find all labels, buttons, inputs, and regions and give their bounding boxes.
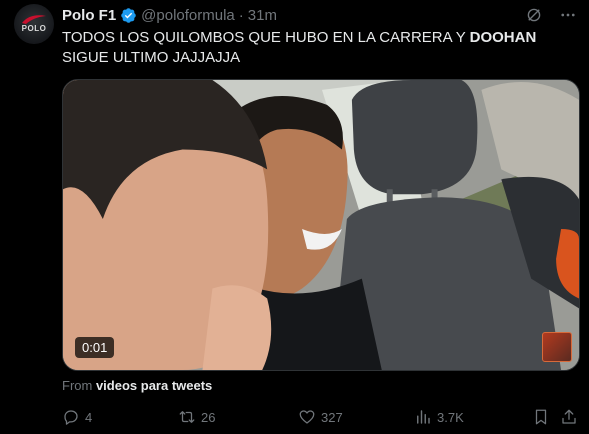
retweet-button[interactable]: 26 — [178, 408, 215, 426]
separator-dot: · — [238, 6, 244, 24]
media-source: From videos para tweets — [62, 378, 212, 393]
author-name[interactable]: Polo F1 — [62, 7, 116, 24]
retweet-icon — [179, 411, 195, 423]
reply-button[interactable]: 4 — [62, 408, 92, 426]
author-handle[interactable]: @poloformula — [141, 7, 235, 24]
tweet-text-part: TODOS LOS QUILOMBOS QUE HUBO EN LA CARRE… — [62, 29, 470, 46]
like-button[interactable]: 327 — [298, 408, 343, 426]
tweet-header: Polo F1 @poloformula · 31m — [62, 4, 277, 26]
more-icon[interactable] — [559, 6, 577, 24]
views-icon — [417, 410, 430, 424]
like-count: 327 — [321, 409, 343, 425]
like-icon — [299, 410, 315, 424]
video-timestamp: 0:01 — [75, 337, 115, 358]
bookmark-button[interactable] — [532, 408, 550, 426]
share-icon — [562, 409, 576, 424]
reply-icon — [64, 410, 78, 425]
verified-badge-icon — [121, 7, 136, 23]
tweet-time[interactable]: 31m — [248, 7, 277, 24]
tweet-text-part: SIGUE ULTIMO JAJJAJJA — [62, 49, 241, 66]
tweet-text: TODOS LOS QUILOMBOS QUE HUBO EN LA CARRE… — [62, 28, 577, 68]
video-watermark-icon — [542, 332, 572, 362]
video-frame — [63, 80, 579, 370]
share-button[interactable] — [560, 408, 578, 426]
reply-count: 4 — [85, 409, 93, 425]
tweet-actions: 4 26 327 3.7K — [62, 405, 579, 429]
source-prefix: From — [62, 378, 96, 393]
source-link[interactable]: videos para tweets — [96, 378, 212, 393]
avatar-brand-text: POLO — [21, 24, 47, 33]
views-count: 3.7K — [437, 409, 464, 425]
tweet-text-bold: DOOHAN — [469, 29, 537, 46]
retweet-count: 26 — [201, 409, 216, 425]
video-player[interactable]: 0:01 — [62, 79, 580, 371]
avatar[interactable]: POLO — [14, 4, 54, 44]
grok-icon[interactable] — [525, 6, 543, 24]
views-button[interactable]: 3.7K — [414, 408, 464, 426]
bookmark-icon — [535, 409, 547, 425]
header-actions — [525, 6, 577, 24]
